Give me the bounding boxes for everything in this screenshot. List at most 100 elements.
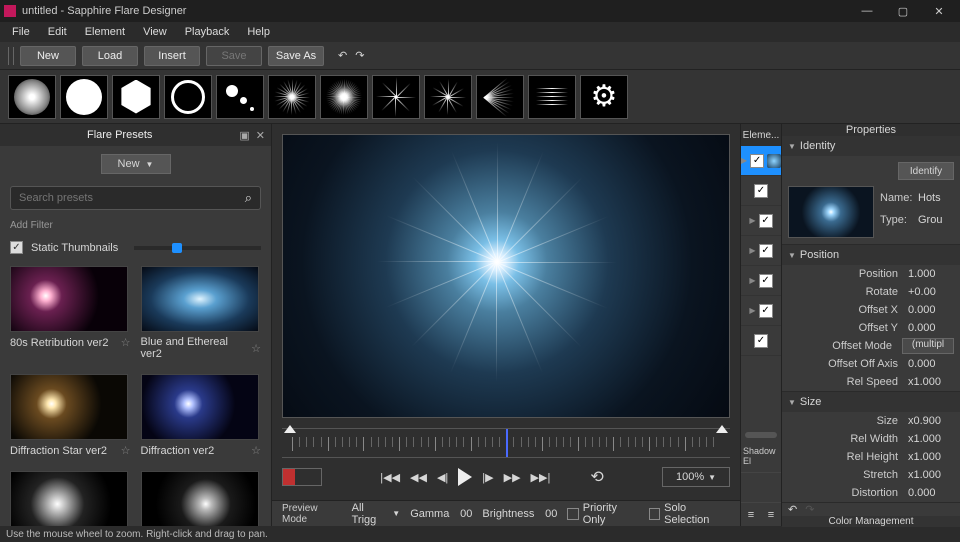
- property-value[interactable]: 0.000: [908, 304, 954, 316]
- property-row[interactable]: Rel Heightx1.000: [782, 448, 960, 466]
- props-redo-icon[interactable]: ↷: [805, 503, 814, 516]
- element-streaks[interactable]: [528, 75, 576, 119]
- element-row[interactable]: ✓: [741, 176, 781, 206]
- step-fwd-button[interactable]: ▶▶: [504, 471, 521, 484]
- search-icon[interactable]: ⌕: [245, 190, 252, 206]
- go-start-button[interactable]: |◀◀: [380, 471, 400, 484]
- property-row[interactable]: Stretchx1.000: [782, 466, 960, 484]
- star-icon[interactable]: ☆: [251, 342, 261, 355]
- thumb-size-slider[interactable]: [134, 246, 261, 250]
- property-row[interactable]: Distortion0.000: [782, 484, 960, 502]
- element-dots[interactable]: [216, 75, 264, 119]
- property-value[interactable]: (multipl: [902, 338, 954, 354]
- preset-item[interactable]: Diffraction ver2☆: [141, 374, 262, 457]
- star-icon[interactable]: ☆: [121, 336, 131, 349]
- preset-item[interactable]: 80s Retribution ver2☆: [10, 266, 131, 360]
- redo-icon[interactable]: ↷: [355, 49, 364, 62]
- saveas-button[interactable]: Save As: [268, 46, 324, 66]
- property-value[interactable]: x1.000: [908, 433, 954, 445]
- close-button[interactable]: ✕: [922, 2, 956, 20]
- position-section-header[interactable]: ▼Position: [782, 245, 960, 265]
- menu-view[interactable]: View: [135, 24, 175, 40]
- new-button[interactable]: New: [20, 46, 76, 66]
- element-row[interactable]: ▶✓: [741, 146, 781, 176]
- step-back-button[interactable]: ◀◀: [410, 471, 427, 484]
- property-value[interactable]: 1.000: [908, 268, 954, 280]
- property-row[interactable]: Sizex0.900: [782, 412, 960, 430]
- preset-item[interactable]: [141, 471, 262, 526]
- size-section-header[interactable]: ▼Size: [782, 392, 960, 412]
- timeline-end-marker[interactable]: [716, 425, 728, 433]
- element-row[interactable]: ✓: [741, 326, 781, 356]
- property-value[interactable]: x1.000: [908, 469, 954, 481]
- elements-scrollbar[interactable]: [745, 432, 777, 438]
- property-value[interactable]: 0.000: [908, 487, 954, 499]
- element-row[interactable]: ▶✓: [741, 206, 781, 236]
- menu-file[interactable]: File: [4, 24, 38, 40]
- preview-viewport[interactable]: [282, 134, 730, 418]
- property-value[interactable]: x0.900: [908, 415, 954, 427]
- property-row[interactable]: Rel Speedx1.000: [782, 373, 960, 391]
- menu-element[interactable]: Element: [77, 24, 133, 40]
- add-filter-label[interactable]: Add Filter: [0, 214, 271, 237]
- identify-button[interactable]: Identify: [898, 162, 954, 180]
- property-row[interactable]: Rotate+0.00: [782, 283, 960, 301]
- element-ring[interactable]: [164, 75, 212, 119]
- element-starburst[interactable]: [320, 75, 368, 119]
- maximize-button[interactable]: ▢: [886, 2, 920, 20]
- dock-icon[interactable]: ▣: [239, 129, 249, 142]
- property-value[interactable]: x1.000: [908, 376, 954, 388]
- next-frame-button[interactable]: |▶: [482, 471, 493, 484]
- priority-checkbox[interactable]: Priority Only: [567, 502, 638, 526]
- color-management-bar[interactable]: Color Management: [782, 516, 960, 527]
- menu-playback[interactable]: Playback: [177, 24, 238, 40]
- property-row[interactable]: Offset Off Axis0.000: [782, 355, 960, 373]
- property-value[interactable]: 0.000: [908, 322, 954, 334]
- element-glow[interactable]: [8, 75, 56, 119]
- element-sparkle[interactable]: [424, 75, 472, 119]
- timeline[interactable]: [282, 428, 730, 458]
- element-row[interactable]: ▶✓: [741, 296, 781, 326]
- property-value[interactable]: x1.000: [908, 451, 954, 463]
- solo-checkbox[interactable]: Solo Selection: [649, 502, 730, 526]
- name-value[interactable]: Hots: [918, 192, 954, 204]
- insert-button[interactable]: Insert: [144, 46, 200, 66]
- preset-item[interactable]: [10, 471, 131, 526]
- toolbar-grip[interactable]: [8, 47, 14, 65]
- star-icon[interactable]: ☆: [251, 444, 261, 457]
- prev-frame-button[interactable]: ◀|: [437, 471, 448, 484]
- minimize-button[interactable]: —: [850, 2, 884, 20]
- close-panel-icon[interactable]: ✕: [256, 129, 265, 142]
- playhead[interactable]: [506, 429, 508, 457]
- element-hexagon[interactable]: [112, 75, 160, 119]
- load-button[interactable]: Load: [82, 46, 138, 66]
- star-icon[interactable]: ☆: [121, 444, 131, 457]
- property-row[interactable]: Offset Y0.000: [782, 319, 960, 337]
- static-thumb-checkbox[interactable]: ✓: [10, 241, 23, 254]
- element-circle[interactable]: [60, 75, 108, 119]
- preset-item[interactable]: Blue and Ethereal ver2☆: [141, 266, 262, 360]
- trigger-dropdown[interactable]: All Trigg▼: [352, 502, 401, 526]
- element-fan[interactable]: [476, 75, 524, 119]
- undo-icon[interactable]: ↶: [338, 49, 347, 62]
- element-row[interactable]: ▶✓: [741, 266, 781, 296]
- element-spikes[interactable]: [268, 75, 316, 119]
- brightness-field[interactable]: Brightness 00: [482, 508, 557, 520]
- identity-section-header[interactable]: ▼Identity: [782, 136, 960, 156]
- element-settings[interactable]: ⚙: [580, 75, 628, 119]
- timeline-start-marker[interactable]: [284, 425, 296, 433]
- zoom-dropdown[interactable]: 100%▼: [662, 467, 730, 487]
- props-undo-icon[interactable]: ↶: [788, 503, 797, 516]
- element-row[interactable]: ▶✓: [741, 236, 781, 266]
- loop-button[interactable]: ⟲: [590, 467, 603, 487]
- property-row[interactable]: Offset Mode(multipl: [782, 337, 960, 355]
- preview-mode-button[interactable]: Preview Mode: [282, 503, 342, 525]
- property-row[interactable]: Rel Widthx1.000: [782, 430, 960, 448]
- new-preset-button[interactable]: New▼: [101, 154, 171, 174]
- gamma-field[interactable]: Gamma 00: [410, 508, 472, 520]
- save-button[interactable]: Save: [206, 46, 262, 66]
- property-value[interactable]: +0.00: [908, 286, 954, 298]
- menu-help[interactable]: Help: [239, 24, 278, 40]
- property-value[interactable]: 0.000: [908, 358, 954, 370]
- search-input[interactable]: ⌕: [10, 186, 261, 210]
